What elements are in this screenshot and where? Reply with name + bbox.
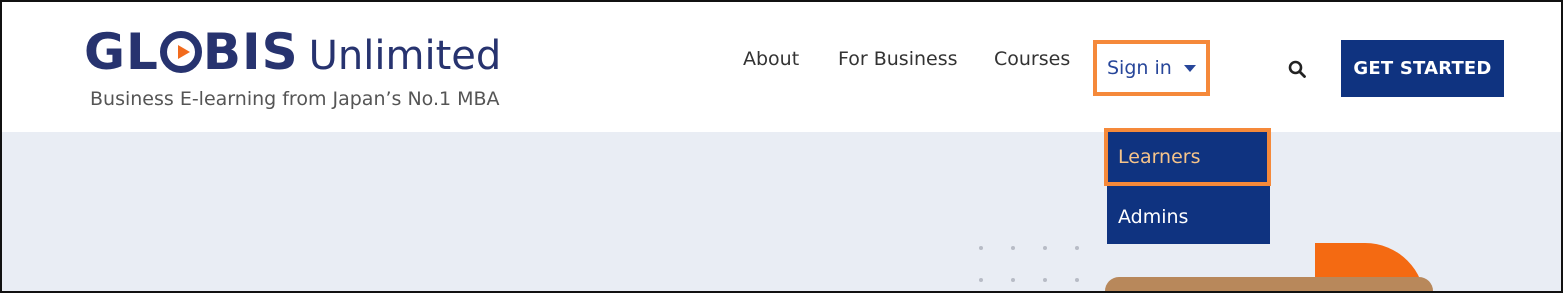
sign-in-label: Sign in	[1107, 57, 1172, 79]
hero-section	[2, 132, 1561, 291]
logo-wordmark: GL BIS Unlimited	[84, 24, 501, 84]
decorative-dots	[977, 246, 1097, 286]
logo-word-part1: GL	[84, 23, 159, 81]
logo-product-name: Unlimited	[308, 33, 502, 79]
chevron-down-icon	[1183, 64, 1196, 72]
sign-in-dropdown-button[interactable]: Sign in	[1093, 40, 1210, 96]
dot	[1011, 246, 1015, 250]
logo-word-part2: BIS	[202, 23, 299, 81]
dot	[1011, 278, 1015, 282]
dot	[1043, 278, 1047, 282]
play-icon	[159, 31, 202, 73]
dot	[1075, 246, 1079, 250]
logo-word: GL BIS	[84, 24, 299, 80]
nav-about-link[interactable]: About	[743, 48, 799, 70]
search-icon[interactable]	[1288, 60, 1306, 78]
dropdown-item-learners[interactable]: Learners	[1104, 128, 1271, 186]
page-frame: GL BIS Unlimited Business E-learning from…	[0, 0, 1563, 293]
nav-courses-link[interactable]: Courses	[994, 48, 1070, 70]
decorative-tan-shape	[1105, 277, 1433, 291]
globis-unlimited-logo[interactable]: GL BIS Unlimited Business E-learning from…	[84, 24, 544, 116]
get-started-button[interactable]: GET STARTED	[1341, 40, 1504, 97]
dot	[979, 278, 983, 282]
dropdown-item-admins[interactable]: Admins	[1107, 188, 1270, 245]
site-header: GL BIS Unlimited Business E-learning from…	[2, 2, 1561, 132]
dot	[979, 246, 983, 250]
logo-tagline: Business E-learning from Japan’s No.1 MB…	[90, 88, 500, 110]
dot	[1043, 246, 1047, 250]
nav-for-business-link[interactable]: For Business	[838, 48, 958, 70]
dot	[1075, 278, 1079, 282]
sign-in-dropdown-menu: Learners Admins	[1104, 128, 1271, 245]
